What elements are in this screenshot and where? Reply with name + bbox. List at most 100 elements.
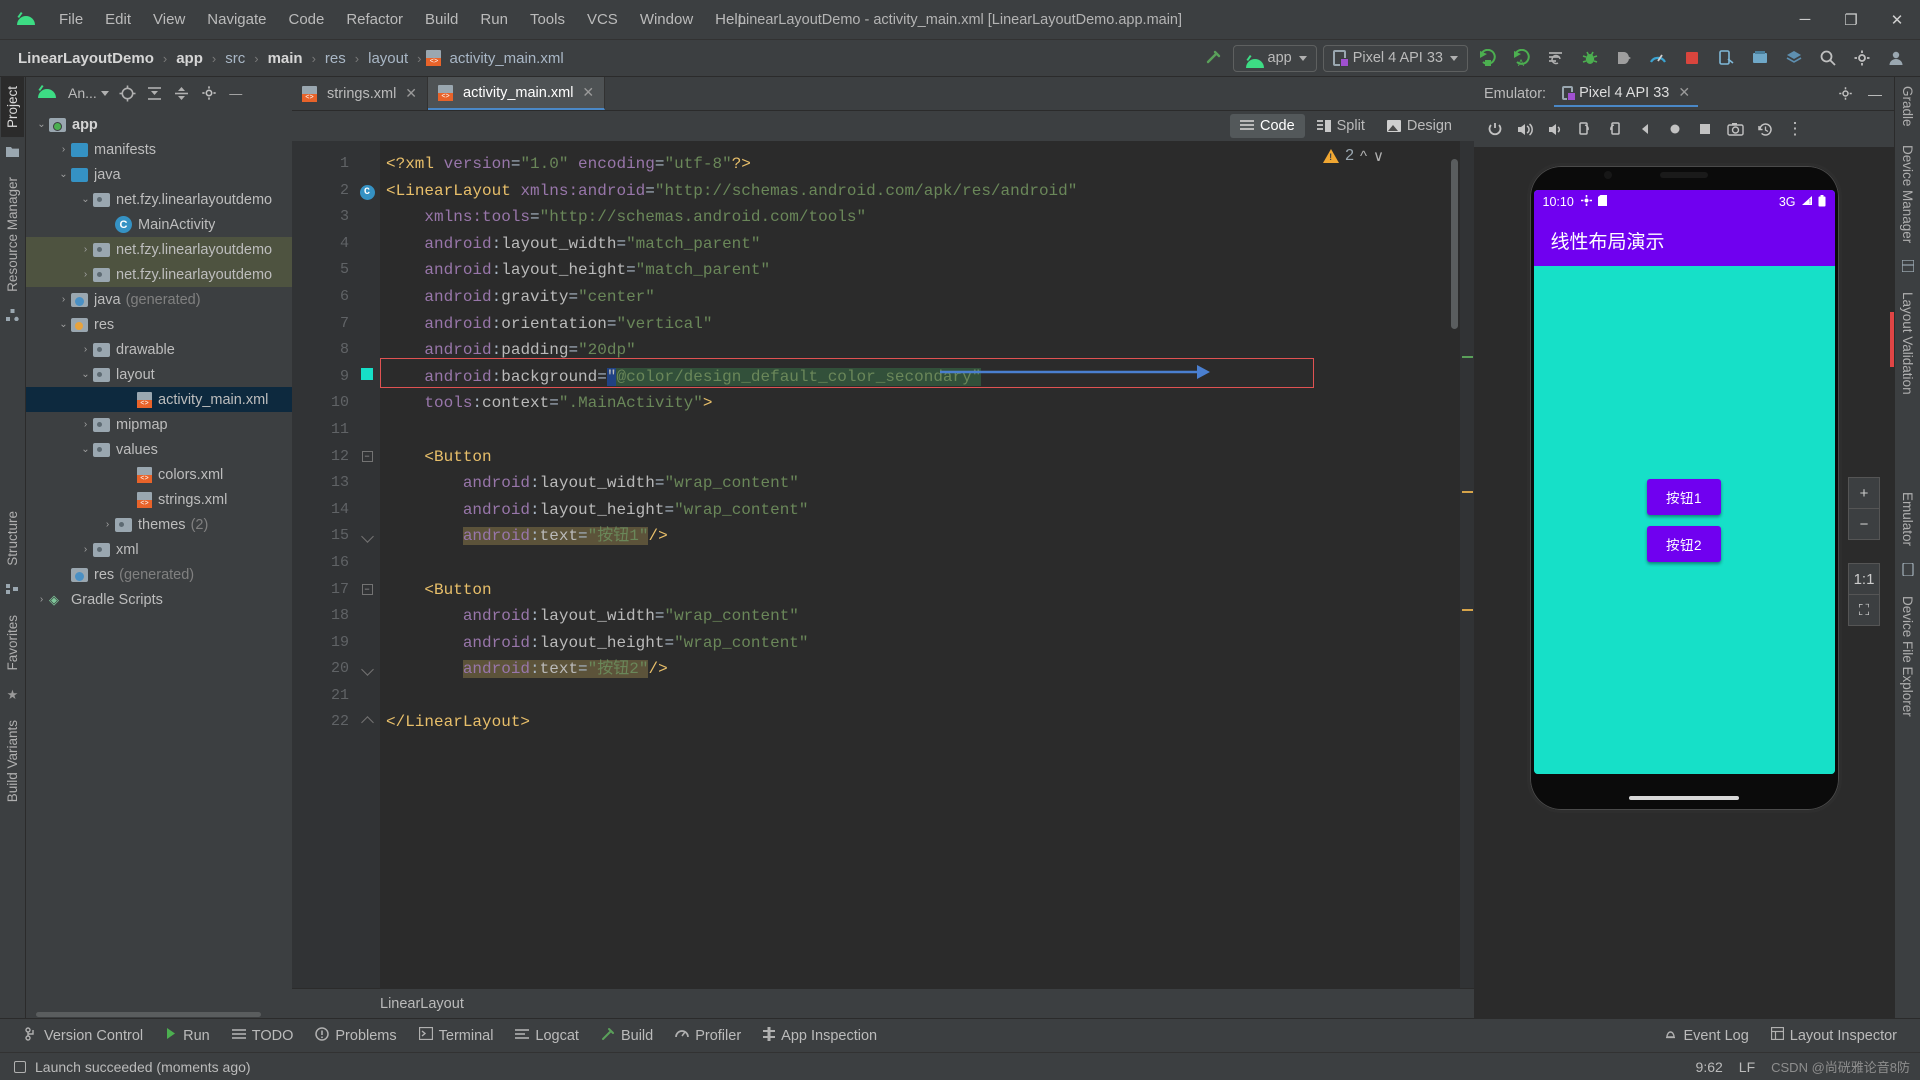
collapse-all-icon[interactable] [170, 82, 194, 104]
more-options-icon[interactable]: ⋮ [1782, 117, 1808, 141]
fold-marker[interactable]: − [354, 444, 380, 471]
tree-node-net-fzy-linearlayoutdemo[interactable]: › net.fzy.linearlayoutdemo [26, 237, 292, 262]
code-line[interactable] [380, 550, 1474, 577]
tool-run[interactable]: Run [154, 1023, 221, 1048]
rail-tab-structure[interactable]: Structure [1, 502, 24, 575]
menu-edit[interactable]: Edit [94, 6, 142, 33]
code-line[interactable]: </LinearLayout> [380, 709, 1474, 736]
tree-node-values[interactable]: ⌄ values [26, 437, 292, 462]
rail-tab-build-variants[interactable]: Build Variants [1, 711, 24, 811]
fold-marker[interactable] [354, 656, 380, 683]
breadcrumb-app[interactable]: app [172, 48, 207, 69]
close-icon[interactable]: ✕ [405, 85, 417, 102]
hide-panel-icon[interactable]: — [224, 82, 248, 104]
tool-problems[interactable]: Problems [304, 1023, 407, 1049]
chevron-down-icon[interactable]: ⌄ [34, 119, 49, 130]
rail-tab-device-file-explorer[interactable]: Device File Explorer [1896, 587, 1919, 726]
tree-node-xml[interactable]: › xml [26, 537, 292, 562]
code-line[interactable]: android:layout_height="match_parent" [380, 257, 1474, 284]
rail-tab-layout-validation[interactable]: Layout Validation [1896, 283, 1919, 404]
editor-tab-activity-main[interactable]: activity_main.xml ✕ [428, 77, 606, 110]
zoom-actual-size-button[interactable]: 1:1 [1848, 563, 1880, 595]
tree-node-layout[interactable]: ⌄ layout [26, 362, 292, 387]
rail-tab-project[interactable]: Project [1, 77, 24, 138]
app-button-1[interactable]: 按钮1 [1646, 478, 1721, 515]
tree-node-res[interactable]: ⌄ res [26, 312, 292, 337]
tree-node-mainactivity[interactable]: C MainActivity [26, 212, 292, 237]
line-separator[interactable]: LF [1739, 1059, 1755, 1075]
rail-tab-favorites[interactable]: Favorites [1, 606, 24, 680]
stop-icon[interactable] [1678, 45, 1706, 71]
screenshot-icon[interactable] [1722, 117, 1748, 141]
gear-icon[interactable] [1848, 45, 1876, 71]
code-line[interactable]: android:text="按钮1"/> [380, 523, 1474, 550]
tool-profiler[interactable]: Profiler [664, 1023, 752, 1048]
code-line[interactable]: xmlns:tools="http://schemas.android.com/… [380, 204, 1474, 231]
emulator-device-view[interactable]: 10:10 3G ! 线性布局演示 按钮1 按钮2 + − 1:1 ⛶ [1474, 147, 1894, 1018]
history-icon[interactable] [1752, 117, 1778, 141]
tree-node-gradle-scripts[interactable]: › ◈ Gradle Scripts [26, 587, 292, 612]
rail-tab-gradle[interactable]: Gradle [1896, 77, 1919, 136]
menu-refactor[interactable]: Refactor [335, 6, 414, 33]
phone-screen[interactable]: 10:10 3G ! 线性布局演示 按钮1 按钮2 [1533, 190, 1835, 774]
breadcrumb-layout[interactable]: layout [364, 48, 412, 69]
tree-node-java[interactable]: ⌄ java [26, 162, 292, 187]
prev-problem-icon[interactable]: ^ [1360, 148, 1367, 165]
code-line[interactable]: android:layout_height="wrap_content" [380, 630, 1474, 657]
code-line[interactable]: android:layout_width="wrap_content" [380, 603, 1474, 630]
editor-vertical-scrollbar[interactable] [1451, 159, 1458, 887]
tool-todo[interactable]: TODO [221, 1024, 305, 1048]
tool-layout-inspector[interactable]: Layout Inspector [1760, 1023, 1908, 1049]
code-line[interactable]: android:orientation="vertical" [380, 311, 1474, 338]
debug-run-icon[interactable]: A [1508, 45, 1536, 71]
code-line[interactable]: android:text="按钮2"/> [380, 656, 1474, 683]
tool-version-control[interactable]: Version Control [14, 1023, 154, 1049]
breadcrumb-file[interactable]: activity_main.xml [445, 48, 567, 69]
chevron-right-icon[interactable]: › [78, 244, 93, 255]
tree-node-strings-xml[interactable]: strings.xml [26, 487, 292, 512]
menu-vcs[interactable]: VCS [576, 6, 629, 33]
code-line[interactable]: <LinearLayout xmlns:android="http://sche… [380, 178, 1474, 205]
emulator-device-tab[interactable]: Pixel 4 API 33 ✕ [1554, 80, 1699, 107]
locate-icon[interactable] [116, 82, 140, 104]
project-tree[interactable]: ⌄ app › manifests ⌄ java ⌄ net.fzy.linearlayout… [26, 109, 292, 1010]
zoom-out-button[interactable]: − [1848, 508, 1880, 540]
menu-code[interactable]: Code [277, 6, 335, 33]
chevron-right-icon[interactable]: › [78, 419, 93, 430]
menu-window[interactable]: Window [629, 6, 704, 33]
breadcrumb-project[interactable]: LinearLayoutDemo [14, 48, 158, 69]
hammer-build-icon[interactable] [1199, 45, 1227, 71]
volume-down-icon[interactable] [1542, 117, 1568, 141]
project-horizontal-scrollbar[interactable] [26, 1010, 292, 1018]
chevron-right-icon[interactable]: › [78, 544, 93, 555]
tool-build[interactable]: Build [590, 1023, 664, 1049]
chevron-right-icon[interactable]: › [100, 519, 115, 530]
app-button-2[interactable]: 按钮2 [1646, 525, 1721, 562]
editor-tab-strings[interactable]: strings.xml ✕ [292, 77, 429, 110]
hide-panel-icon[interactable]: — [1862, 82, 1888, 106]
chevron-right-icon[interactable]: › [56, 144, 71, 155]
zoom-fit-button[interactable]: ⛶ [1848, 594, 1880, 626]
tree-node-colors-xml[interactable]: colors.xml [26, 462, 292, 487]
rail-tab-emulator[interactable]: Emulator [1896, 483, 1919, 555]
power-icon[interactable] [1482, 117, 1508, 141]
chevron-down-icon[interactable]: ⌄ [78, 369, 93, 380]
expand-all-icon[interactable] [143, 82, 167, 104]
tool-logcat[interactable]: Logcat [504, 1024, 590, 1048]
inspection-widget[interactable]: 2 ^ ∨ [1323, 147, 1384, 165]
search-icon[interactable] [1814, 45, 1842, 71]
fold-marker[interactable] [354, 523, 380, 550]
breadcrumb-main[interactable]: main [264, 48, 307, 69]
menu-help[interactable]: Help [704, 6, 757, 33]
tool-terminal[interactable]: Terminal [408, 1023, 505, 1048]
sdk-manager-icon[interactable] [1746, 45, 1774, 71]
code-line[interactable] [380, 683, 1474, 710]
navigation-home-bar[interactable] [1629, 796, 1739, 800]
tree-node-activity-main-xml[interactable]: activity_main.xml [26, 387, 292, 412]
code-line[interactable]: <Button [380, 577, 1474, 604]
zoom-in-button[interactable]: + [1848, 477, 1880, 509]
error-stripe-marker-bar[interactable] [1460, 141, 1474, 988]
code-line[interactable] [380, 417, 1474, 444]
menu-navigate[interactable]: Navigate [196, 6, 277, 33]
code-line[interactable]: android:background="@color/design_defaul… [380, 364, 1474, 391]
